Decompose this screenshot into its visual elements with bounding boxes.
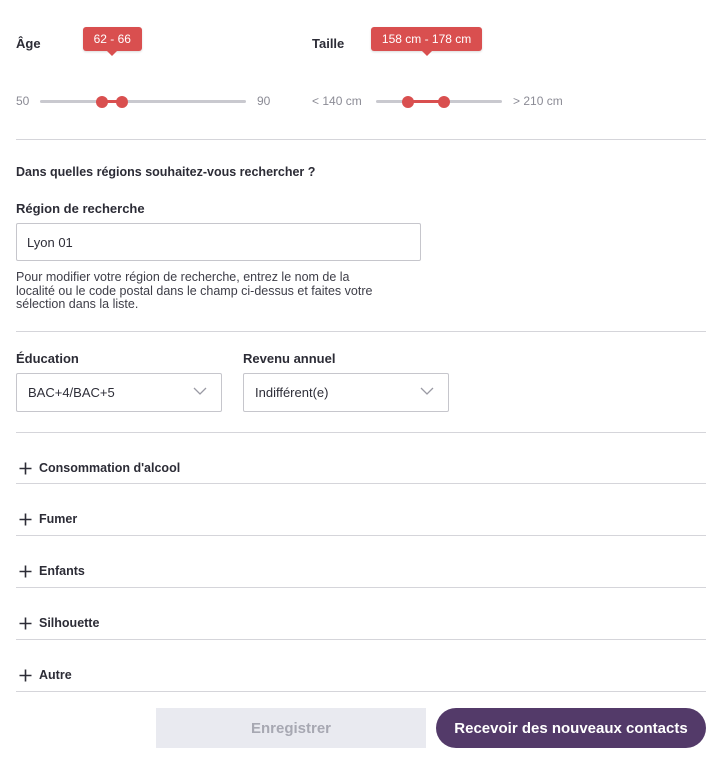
height-min-handle[interactable]	[402, 96, 415, 108]
accordion-label: Fumer	[39, 512, 78, 526]
age-label: Âge	[16, 36, 41, 51]
divider	[16, 139, 706, 140]
height-min-label: < 140 cm	[312, 94, 362, 108]
education-selected-value: BAC+4/BAC+5	[28, 385, 115, 400]
divider	[16, 587, 706, 588]
save-button[interactable]: Enregistrer	[156, 708, 426, 748]
accordion-alcohol[interactable]: Consommation d'alcool	[16, 461, 706, 502]
education-select[interactable]: BAC+4/BAC+5	[16, 373, 222, 412]
accordion-label: Autre	[39, 668, 72, 682]
plus-icon	[19, 462, 32, 475]
height-slider-track[interactable]	[376, 96, 502, 108]
region-search-input[interactable]	[16, 223, 421, 261]
divider	[16, 639, 706, 640]
height-label: Taille	[312, 36, 345, 51]
divider	[16, 535, 706, 536]
income-select[interactable]: Indifférent(e)	[243, 373, 449, 412]
accordion-silhouette[interactable]: Silhouette	[16, 616, 706, 657]
accordion-smoking[interactable]: Fumer	[16, 512, 706, 553]
chevron-down-icon	[193, 387, 207, 395]
income-label: Revenu annuel	[243, 351, 336, 366]
region-help-line: Pour modifier votre région de recherche,…	[16, 270, 350, 284]
divider	[16, 432, 706, 433]
region-label: Région de recherche	[16, 201, 145, 216]
height-range-tooltip: 158 cm - 178 cm	[370, 27, 483, 56]
chevron-down-icon	[420, 387, 434, 395]
receive-contacts-button[interactable]: Recevoir des nouveaux contacts	[436, 708, 706, 748]
accordion-children[interactable]: Enfants	[16, 564, 706, 605]
age-range-tooltip: 62 - 66	[82, 27, 142, 56]
height-slider-row: < 140 cm > 210 cm	[0, 94, 600, 108]
divider	[16, 331, 706, 332]
accordion-other[interactable]: Autre	[16, 668, 706, 709]
divider	[16, 483, 706, 484]
accordion-label: Consommation d'alcool	[39, 461, 181, 475]
accordion-label: Silhouette	[39, 616, 100, 630]
income-selected-value: Indifférent(e)	[255, 385, 329, 400]
plus-icon	[19, 513, 32, 526]
region-help-text: Pour modifier votre région de recherche,…	[16, 270, 426, 312]
plus-icon	[19, 669, 32, 682]
plus-icon	[19, 617, 32, 630]
education-label: Éducation	[16, 351, 79, 366]
height-max-handle[interactable]	[438, 96, 451, 108]
region-help-line: localité ou le code postal dans le champ…	[16, 283, 373, 298]
accordion-label: Enfants	[39, 564, 85, 578]
region-question: Dans quelles régions souhaitez-vous rech…	[16, 165, 316, 179]
plus-icon	[19, 565, 32, 578]
divider	[16, 691, 706, 692]
region-help-line: sélection dans la liste.	[16, 297, 139, 311]
height-max-label: > 210 cm	[513, 94, 563, 108]
